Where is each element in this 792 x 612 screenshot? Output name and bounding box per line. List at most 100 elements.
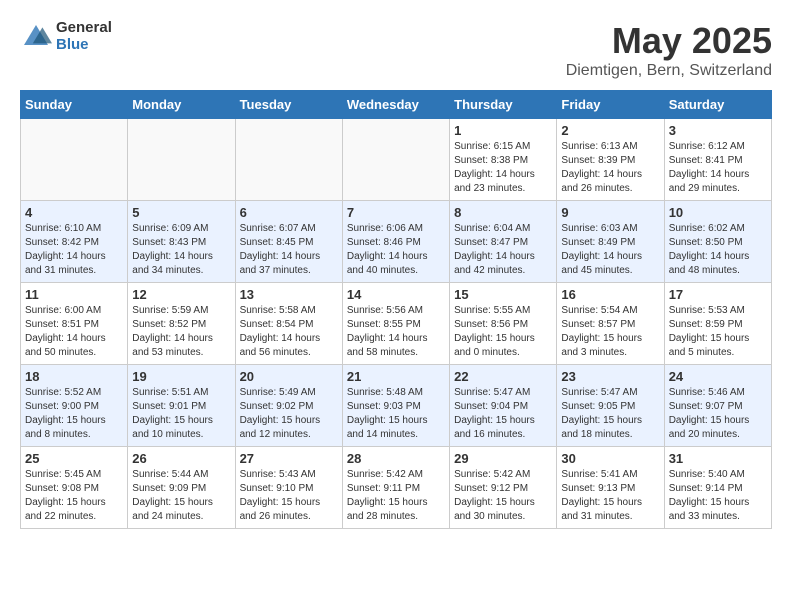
calendar-cell: 4Sunrise: 6:10 AM Sunset: 8:42 PM Daylig… (21, 201, 128, 283)
day-info: Sunrise: 5:56 AM Sunset: 8:55 PM Dayligh… (347, 304, 445, 360)
logo: General Blue (20, 20, 112, 53)
calendar-week-row: 11 Sunrise: 6:00 AM Sunset: 8:51 PM Dayli… (21, 283, 772, 365)
day-number: 30 (561, 451, 659, 466)
day-number: 2 (561, 123, 659, 138)
day-info: Sunrise: 5:53 AM Sunset: 8:59 PM Dayligh… (669, 304, 767, 360)
calendar-cell: 17 Sunrise: 5:53 AM Sunset: 8:59 PM Dayli… (664, 283, 771, 365)
calendar-week-row: 25 Sunrise: 5:45 AM Sunset: 9:08 PM Dayli… (21, 447, 772, 529)
day-info: Sunrise: 6:10 AM Sunset: 8:42 PM Dayligh… (25, 222, 123, 278)
calendar-cell: 26 Sunrise: 5:44 AM Sunset: 9:09 PM Dayli… (128, 447, 235, 529)
calendar-week-row: 4Sunrise: 6:10 AM Sunset: 8:42 PM Daylig… (21, 201, 772, 283)
calendar-cell: 16 Sunrise: 5:54 AM Sunset: 8:57 PM Dayli… (557, 283, 664, 365)
calendar-cell: 30Sunrise: 5:41 AM Sunset: 9:13 PM Dayli… (557, 447, 664, 529)
logo-icon (20, 21, 52, 53)
calendar-cell (128, 119, 235, 201)
calendar-cell: 22 Sunrise: 5:47 AM Sunset: 9:04 PM Dayli… (450, 365, 557, 447)
day-number: 16 (561, 287, 659, 302)
day-number: 26 (132, 451, 230, 466)
calendar-cell: 3 Sunrise: 6:12 AM Sunset: 8:41 PM Daylig… (664, 119, 771, 201)
day-number: 12 (132, 287, 230, 302)
day-number: 5 (132, 205, 230, 220)
day-info: Sunrise: 5:49 AM Sunset: 9:02 PM Dayligh… (240, 386, 338, 442)
day-number: 19 (132, 369, 230, 384)
day-number: 1 (454, 123, 552, 138)
day-info: Sunrise: 6:03 AM Sunset: 8:49 PM Dayligh… (561, 222, 659, 278)
title-block: May 2025 Diemtigen, Bern, Switzerland (566, 20, 772, 80)
day-info: Sunrise: 5:47 AM Sunset: 9:04 PM Dayligh… (454, 386, 552, 442)
calendar-cell: 27Sunrise: 5:43 AM Sunset: 9:10 PM Dayli… (235, 447, 342, 529)
calendar-cell: 5 Sunrise: 6:09 AM Sunset: 8:43 PM Daylig… (128, 201, 235, 283)
calendar-cell: 29 Sunrise: 5:42 AM Sunset: 9:12 PM Dayli… (450, 447, 557, 529)
day-number: 9 (561, 205, 659, 220)
col-header-friday: Friday (557, 91, 664, 119)
calendar-cell: 20 Sunrise: 5:49 AM Sunset: 9:02 PM Dayli… (235, 365, 342, 447)
day-number: 21 (347, 369, 445, 384)
day-info: Sunrise: 5:54 AM Sunset: 8:57 PM Dayligh… (561, 304, 659, 360)
day-info: Sunrise: 6:15 AM Sunset: 8:38 PM Dayligh… (454, 140, 552, 196)
calendar-cell: 13Sunrise: 5:58 AM Sunset: 8:54 PM Dayli… (235, 283, 342, 365)
day-info: Sunrise: 5:40 AM Sunset: 9:14 PM Dayligh… (669, 468, 767, 524)
day-number: 8 (454, 205, 552, 220)
calendar-cell: 15 Sunrise: 5:55 AM Sunset: 8:56 PM Dayli… (450, 283, 557, 365)
calendar-cell: 14 Sunrise: 5:56 AM Sunset: 8:55 PM Dayli… (342, 283, 449, 365)
logo-blue-text: Blue (56, 36, 89, 53)
day-info: Sunrise: 5:44 AM Sunset: 9:09 PM Dayligh… (132, 468, 230, 524)
calendar-cell: 24 Sunrise: 5:46 AM Sunset: 9:07 PM Dayli… (664, 365, 771, 447)
day-info: Sunrise: 5:48 AM Sunset: 9:03 PM Dayligh… (347, 386, 445, 442)
calendar-cell: 7 Sunrise: 6:06 AM Sunset: 8:46 PM Daylig… (342, 201, 449, 283)
day-number: 22 (454, 369, 552, 384)
day-number: 11 (25, 287, 123, 302)
day-info: Sunrise: 6:09 AM Sunset: 8:43 PM Dayligh… (132, 222, 230, 278)
location-subtitle: Diemtigen, Bern, Switzerland (566, 62, 772, 80)
day-number: 13 (240, 287, 338, 302)
day-number: 14 (347, 287, 445, 302)
calendar-cell: 6 Sunrise: 6:07 AM Sunset: 8:45 PM Daylig… (235, 201, 342, 283)
day-number: 20 (240, 369, 338, 384)
day-number: 3 (669, 123, 767, 138)
calendar-cell: 11 Sunrise: 6:00 AM Sunset: 8:51 PM Dayli… (21, 283, 128, 365)
day-number: 10 (669, 205, 767, 220)
calendar-cell (21, 119, 128, 201)
day-info: Sunrise: 5:55 AM Sunset: 8:56 PM Dayligh… (454, 304, 552, 360)
day-number: 15 (454, 287, 552, 302)
calendar-cell: 25 Sunrise: 5:45 AM Sunset: 9:08 PM Dayli… (21, 447, 128, 529)
day-info: Sunrise: 5:52 AM Sunset: 9:00 PM Dayligh… (25, 386, 123, 442)
calendar-cell: 21 Sunrise: 5:48 AM Sunset: 9:03 PM Dayli… (342, 365, 449, 447)
col-header-wednesday: Wednesday (342, 91, 449, 119)
day-info: Sunrise: 5:47 AM Sunset: 9:05 PM Dayligh… (561, 386, 659, 442)
day-info: Sunrise: 5:42 AM Sunset: 9:12 PM Dayligh… (454, 468, 552, 524)
day-info: Sunrise: 6:06 AM Sunset: 8:46 PM Dayligh… (347, 222, 445, 278)
day-number: 17 (669, 287, 767, 302)
calendar-cell: 19Sunrise: 5:51 AM Sunset: 9:01 PM Dayli… (128, 365, 235, 447)
calendar-cell: 31Sunrise: 5:40 AM Sunset: 9:14 PM Dayli… (664, 447, 771, 529)
day-number: 25 (25, 451, 123, 466)
day-info: Sunrise: 6:07 AM Sunset: 8:45 PM Dayligh… (240, 222, 338, 278)
col-header-thursday: Thursday (450, 91, 557, 119)
day-info: Sunrise: 5:42 AM Sunset: 9:11 PM Dayligh… (347, 468, 445, 524)
calendar-cell (342, 119, 449, 201)
day-info: Sunrise: 5:43 AM Sunset: 9:10 PM Dayligh… (240, 468, 338, 524)
day-number: 18 (25, 369, 123, 384)
day-number: 28 (347, 451, 445, 466)
day-number: 6 (240, 205, 338, 220)
calendar-week-row: 1 Sunrise: 6:15 AM Sunset: 8:38 PM Daylig… (21, 119, 772, 201)
day-info: Sunrise: 6:12 AM Sunset: 8:41 PM Dayligh… (669, 140, 767, 196)
logo-text: General Blue (56, 20, 112, 53)
calendar-cell: 1 Sunrise: 6:15 AM Sunset: 8:38 PM Daylig… (450, 119, 557, 201)
day-info: Sunrise: 6:02 AM Sunset: 8:50 PM Dayligh… (669, 222, 767, 278)
col-header-tuesday: Tuesday (235, 91, 342, 119)
month-title: May 2025 (566, 20, 772, 62)
calendar-cell: 2 Sunrise: 6:13 AM Sunset: 8:39 PM Daylig… (557, 119, 664, 201)
day-info: Sunrise: 5:45 AM Sunset: 9:08 PM Dayligh… (25, 468, 123, 524)
day-info: Sunrise: 5:46 AM Sunset: 9:07 PM Dayligh… (669, 386, 767, 442)
day-number: 29 (454, 451, 552, 466)
day-number: 7 (347, 205, 445, 220)
col-header-saturday: Saturday (664, 91, 771, 119)
day-info: Sunrise: 6:04 AM Sunset: 8:47 PM Dayligh… (454, 222, 552, 278)
page-header: General Blue May 2025 Diemtigen, Bern, S… (20, 20, 772, 80)
calendar-cell: 12Sunrise: 5:59 AM Sunset: 8:52 PM Dayli… (128, 283, 235, 365)
day-info: Sunrise: 6:13 AM Sunset: 8:39 PM Dayligh… (561, 140, 659, 196)
day-info: Sunrise: 6:00 AM Sunset: 8:51 PM Dayligh… (25, 304, 123, 360)
day-number: 24 (669, 369, 767, 384)
calendar-table: SundayMondayTuesdayWednesdayThursdayFrid… (20, 90, 772, 529)
